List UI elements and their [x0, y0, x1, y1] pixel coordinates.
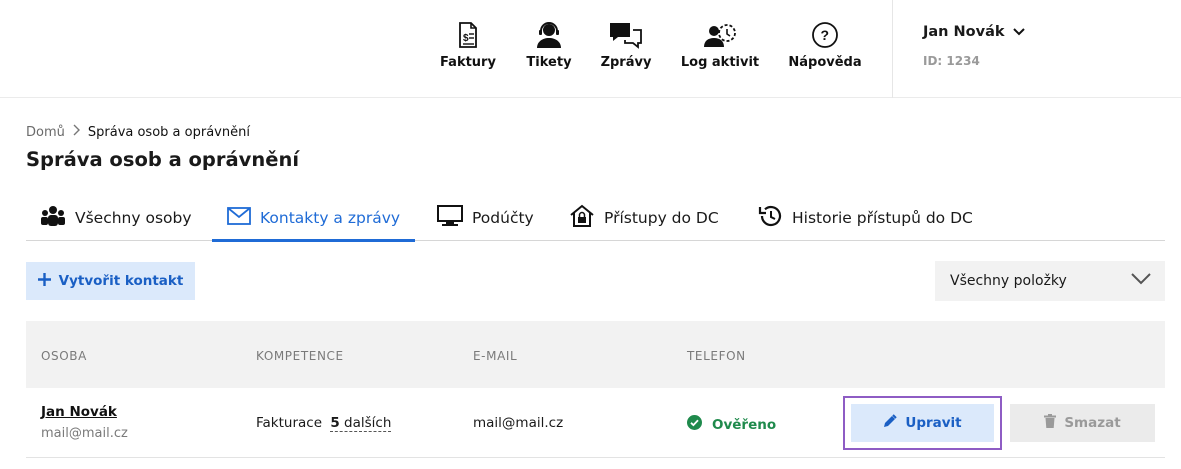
- svg-text:?: ?: [821, 27, 830, 43]
- tab-all-persons-label: Všechny osoby: [75, 208, 192, 227]
- email-cell: mail@mail.cz: [473, 415, 564, 431]
- phone-status-label: Ověřeno: [712, 416, 777, 433]
- user-activity-icon: [702, 20, 738, 50]
- tab-subaccounts[interactable]: Podúčty: [437, 194, 534, 241]
- nav-messages[interactable]: Zprávy: [598, 20, 654, 76]
- person-email: mail@mail.cz: [41, 426, 128, 441]
- column-header-person: OSOBA: [41, 349, 87, 363]
- nav-activity-log-label: Log aktivit: [680, 55, 760, 70]
- page-title: Správa osob a oprávnění: [26, 148, 300, 171]
- chevron-down-icon: [1131, 273, 1151, 289]
- nav-tickets[interactable]: Tikety: [522, 20, 576, 76]
- pencil-icon: [883, 414, 898, 432]
- table-row: Jan Novák mail@mail.cz Fakturace 5 další…: [26, 388, 1165, 458]
- delete-button[interactable]: Smazat: [1010, 404, 1155, 442]
- check-circle-icon: [687, 415, 702, 434]
- competence-value: Fakturace: [256, 415, 323, 431]
- plus-icon: [37, 272, 51, 290]
- tab-contacts-messages[interactable]: Kontakty a zprávy: [212, 194, 416, 242]
- edit-button-highlight: Upravit: [843, 396, 1002, 450]
- breadcrumb: Domů Správa osob a oprávnění: [26, 124, 250, 140]
- envelope-icon: [227, 206, 251, 229]
- user-id: ID: 1234: [923, 54, 980, 68]
- breadcrumb-current: Správa osob a oprávnění: [87, 124, 250, 140]
- tab-dc-access-history[interactable]: Historie přístupů do DC: [757, 194, 973, 241]
- user-name: Jan Novák: [923, 24, 1005, 40]
- house-lock-icon: [569, 204, 595, 232]
- column-header-email: E-MAIL: [473, 349, 518, 363]
- tab-subaccounts-label: Podúčty: [472, 208, 534, 227]
- create-contact-button[interactable]: Vytvořit kontakt: [26, 262, 195, 300]
- nav-help-label: Nápověda: [788, 55, 862, 70]
- tab-all-persons[interactable]: Všechny osoby: [40, 194, 192, 241]
- more-competences-label: dalších: [344, 415, 392, 431]
- chat-bubbles-icon: [608, 20, 644, 50]
- nav-help[interactable]: ? Nápověda: [786, 20, 864, 76]
- people-icon: [40, 205, 66, 231]
- create-contact-label: Vytvořit kontakt: [58, 273, 184, 289]
- monitor-icon: [437, 204, 463, 231]
- column-header-competence: KOMPETENCE: [256, 349, 344, 363]
- tab-dc-access-label: Přístupy do DC: [604, 208, 719, 227]
- support-agent-icon: [531, 20, 567, 50]
- edit-button-label: Upravit: [905, 415, 962, 431]
- phone-status: Ověřeno: [687, 415, 776, 434]
- competence-cell: Fakturace 5 dalších: [256, 415, 392, 432]
- items-filter-value: Všechny položky: [950, 273, 1067, 289]
- nav-tickets-label: Tikety: [526, 55, 572, 70]
- nav-invoices-label: Faktury: [440, 55, 496, 70]
- table-header: OSOBA KOMPETENCE E-MAIL TELEFON: [26, 321, 1165, 388]
- breadcrumb-home[interactable]: Domů: [26, 125, 65, 140]
- person-name-link[interactable]: Jan Novák: [41, 404, 117, 420]
- svg-text:$: $: [463, 33, 469, 44]
- top-header: $ Faktury Tikety Zprávy Log aktivit ? Ná…: [0, 0, 1181, 98]
- delete-button-label: Smazat: [1064, 415, 1121, 431]
- tab-dc-access[interactable]: Přístupy do DC: [569, 194, 719, 241]
- items-filter-select[interactable]: Všechny položky: [935, 261, 1165, 301]
- more-competences-link[interactable]: 5 dalších: [330, 415, 392, 432]
- column-header-phone: TELEFON: [687, 349, 746, 363]
- edit-button[interactable]: Upravit: [851, 404, 994, 442]
- chevron-right-icon: [73, 124, 80, 140]
- invoice-icon: $: [450, 20, 486, 50]
- chevron-down-icon: [1012, 24, 1025, 40]
- header-divider: [892, 0, 893, 98]
- nav-activity-log[interactable]: Log aktivit: [678, 20, 762, 76]
- more-competences-count: 5: [330, 415, 340, 431]
- user-menu[interactable]: Jan Novák: [923, 24, 1025, 40]
- history-icon: [757, 204, 783, 232]
- trash-icon: [1044, 414, 1057, 432]
- nav-messages-label: Zprávy: [600, 55, 652, 70]
- nav-invoices[interactable]: $ Faktury: [438, 20, 498, 76]
- help-icon: ?: [807, 20, 843, 50]
- tab-contacts-messages-label: Kontakty a zprávy: [260, 208, 401, 227]
- tab-bar: Všechny osoby Kontakty a zprávy Podúčty …: [26, 194, 1165, 242]
- tab-dc-access-history-label: Historie přístupů do DC: [792, 208, 973, 227]
